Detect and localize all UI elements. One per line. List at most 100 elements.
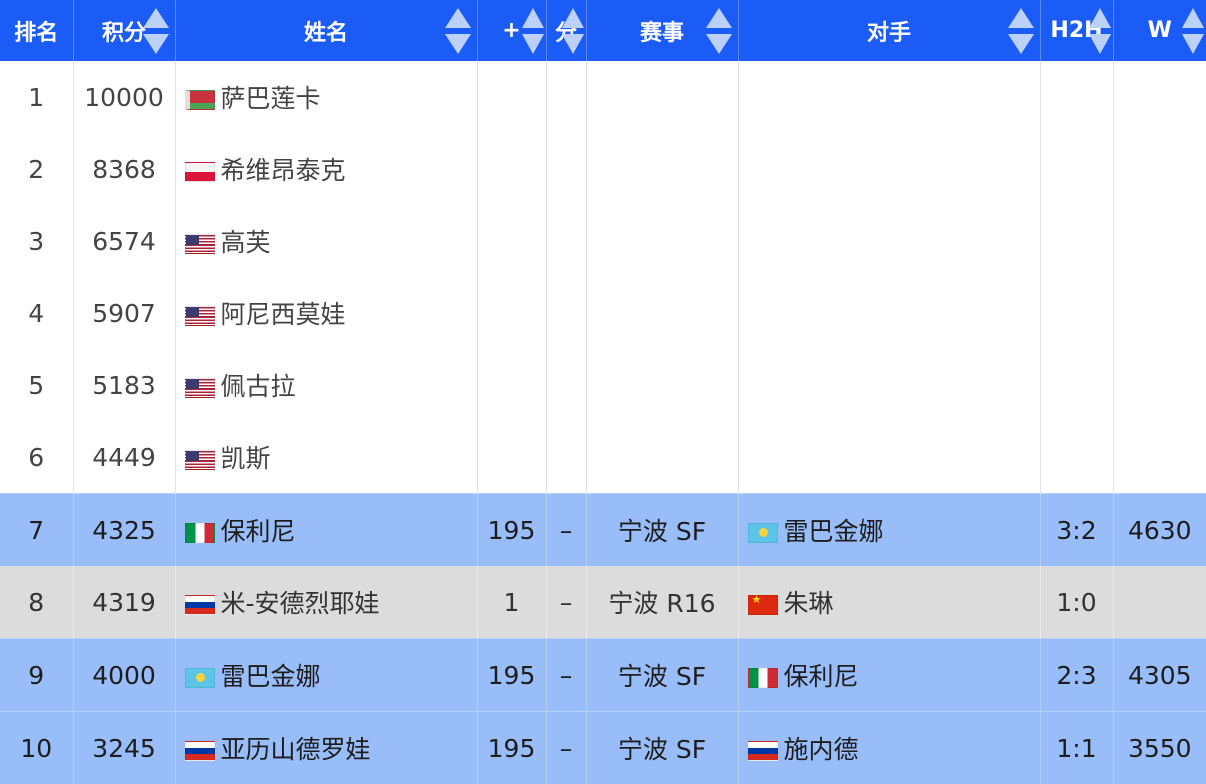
cell-opponent xyxy=(738,133,1040,205)
cell-name: 雷巴金娜 xyxy=(175,639,477,712)
cell-name: 佩古拉 xyxy=(175,349,477,421)
cell-name: 保利尼 xyxy=(175,494,477,567)
table-row[interactable]: 74325保利尼195–宁波 SF雷巴金娜3:24630 xyxy=(0,494,1206,567)
cell-name: 阿尼西莫娃 xyxy=(175,277,477,349)
cell-opponent: 朱琳 xyxy=(738,566,1040,639)
sort-arrows-icon[interactable] xyxy=(562,8,584,54)
sort-arrows-icon[interactable] xyxy=(1182,8,1204,54)
column-header-opponent[interactable]: 对手 xyxy=(738,0,1040,61)
column-header-event[interactable]: 赛事 xyxy=(586,0,738,61)
cell-event xyxy=(586,277,738,349)
cell-pts: – xyxy=(546,566,586,639)
cell-plus xyxy=(477,133,546,205)
kazakhstan-flag-icon xyxy=(748,523,778,543)
cell-rank: 10 xyxy=(0,712,73,784)
sort-arrows-icon[interactable] xyxy=(522,8,544,54)
sort-arrows-icon[interactable] xyxy=(706,8,732,54)
table-row[interactable]: 28368 希维昂泰克 xyxy=(0,133,1206,205)
table-row[interactable]: 64449凯斯 xyxy=(0,421,1206,494)
sort-arrows-icon[interactable] xyxy=(1089,8,1111,54)
column-header-name[interactable]: 姓名 xyxy=(175,0,477,61)
cell-plus xyxy=(477,349,546,421)
cell-h2h xyxy=(1040,421,1113,494)
cell-rank: 7 xyxy=(0,494,73,567)
cell-points: 6574 xyxy=(73,205,175,277)
cell-pts: – xyxy=(546,639,586,712)
column-header-h2h[interactable]: H2H xyxy=(1040,0,1113,61)
sort-arrows-icon[interactable] xyxy=(143,8,169,54)
cell-points: 4325 xyxy=(73,494,175,567)
table-row[interactable]: 94000雷巴金娜195–宁波 SF保利尼2:34305 xyxy=(0,639,1206,712)
table-row[interactable]: 103245亚历山德罗娃195–宁波 SF施内德1:13550 xyxy=(0,712,1206,784)
cell-event xyxy=(586,421,738,494)
cell-event xyxy=(586,61,738,133)
column-header-label: + xyxy=(502,18,520,43)
sort-arrows-icon[interactable] xyxy=(445,8,471,54)
player-name: 米-安德烈耶娃 xyxy=(221,589,380,618)
opponent-name: 保利尼 xyxy=(784,662,859,691)
russia-flag-icon xyxy=(185,595,215,615)
cell-opponent: 雷巴金娜 xyxy=(738,494,1040,567)
player-name: 高芙 xyxy=(221,228,271,257)
usa-flag-icon xyxy=(185,378,215,398)
cell-pts xyxy=(546,421,586,494)
cell-rank: 4 xyxy=(0,277,73,349)
column-header-plus[interactable]: + xyxy=(477,0,546,61)
cell-plus: 195 xyxy=(477,712,546,784)
cell-pts xyxy=(546,61,586,133)
cell-points: 4000 xyxy=(73,639,175,712)
cell-plus xyxy=(477,277,546,349)
cell-points: 5183 xyxy=(73,349,175,421)
table-body: 110000萨巴莲卡28368 希维昂泰克 36574 高芙 45907阿尼西莫娃551… xyxy=(0,61,1206,784)
cell-opponent: 保利尼 xyxy=(738,639,1040,712)
ranking-table: 排名积分姓名+分赛事对手H2HW 110000萨巴莲卡28368希维昂泰克365… xyxy=(0,0,1206,784)
cell-name: 希维昂泰克 xyxy=(175,133,477,205)
cell-opponent xyxy=(738,61,1040,133)
table-row[interactable]: 45907阿尼西莫娃 xyxy=(0,277,1206,349)
cell-pts: – xyxy=(546,494,586,567)
cell-opponent xyxy=(738,205,1040,277)
china-flag-icon xyxy=(748,595,778,615)
cell-event: 宁波 SF xyxy=(586,639,738,712)
table-row[interactable]: 110000萨巴莲卡 xyxy=(0,61,1206,133)
column-header-pts[interactable]: 分 xyxy=(546,0,586,61)
cell-event: 宁波 SF xyxy=(586,712,738,784)
opponent-name: 雷巴金娜 xyxy=(784,517,884,546)
table-row[interactable]: 36574 高芙 xyxy=(0,205,1206,277)
cell-h2h: 1:1 xyxy=(1040,712,1113,784)
cell-name: 米-安德烈耶娃 xyxy=(175,566,477,639)
column-header-rank: 排名 xyxy=(0,0,73,61)
player-name: 保利尼 xyxy=(221,517,296,546)
cell-plus xyxy=(477,61,546,133)
column-header-w[interactable]: W xyxy=(1113,0,1206,61)
cell-event: 宁波 R16 xyxy=(586,566,738,639)
table-row[interactable]: 55183佩古拉 xyxy=(0,349,1206,421)
cell-rank: 6 xyxy=(0,421,73,494)
column-header-label: 积分 xyxy=(102,21,146,46)
cell-rank: 3 xyxy=(0,205,73,277)
cell-points: 8368 xyxy=(73,133,175,205)
cell-w xyxy=(1113,349,1206,421)
player-name: 希维昂泰克 xyxy=(221,156,346,185)
cell-h2h xyxy=(1040,61,1113,133)
cell-h2h xyxy=(1040,349,1113,421)
table-row[interactable]: 84319米-安德烈耶娃1–宁波 R16朱琳1:0 xyxy=(0,566,1206,639)
cell-event xyxy=(586,349,738,421)
usa-flag-icon xyxy=(185,306,215,326)
cell-opponent xyxy=(738,349,1040,421)
cell-pts xyxy=(546,133,586,205)
cell-plus xyxy=(477,421,546,494)
cell-pts xyxy=(546,277,586,349)
column-header-points[interactable]: 积分 xyxy=(73,0,175,61)
cell-pts: – xyxy=(546,712,586,784)
cell-w xyxy=(1113,566,1206,639)
column-header-label: 赛事 xyxy=(640,21,684,46)
sort-arrows-icon[interactable] xyxy=(1008,8,1034,54)
cell-w: 4630 xyxy=(1113,494,1206,567)
cell-points: 4319 xyxy=(73,566,175,639)
cell-opponent: 施内德 xyxy=(738,712,1040,784)
italy-flag-icon xyxy=(748,668,778,688)
cell-w: 3550 xyxy=(1113,712,1206,784)
cell-rank: 2 xyxy=(0,133,73,205)
cell-h2h: 3:2 xyxy=(1040,494,1113,567)
